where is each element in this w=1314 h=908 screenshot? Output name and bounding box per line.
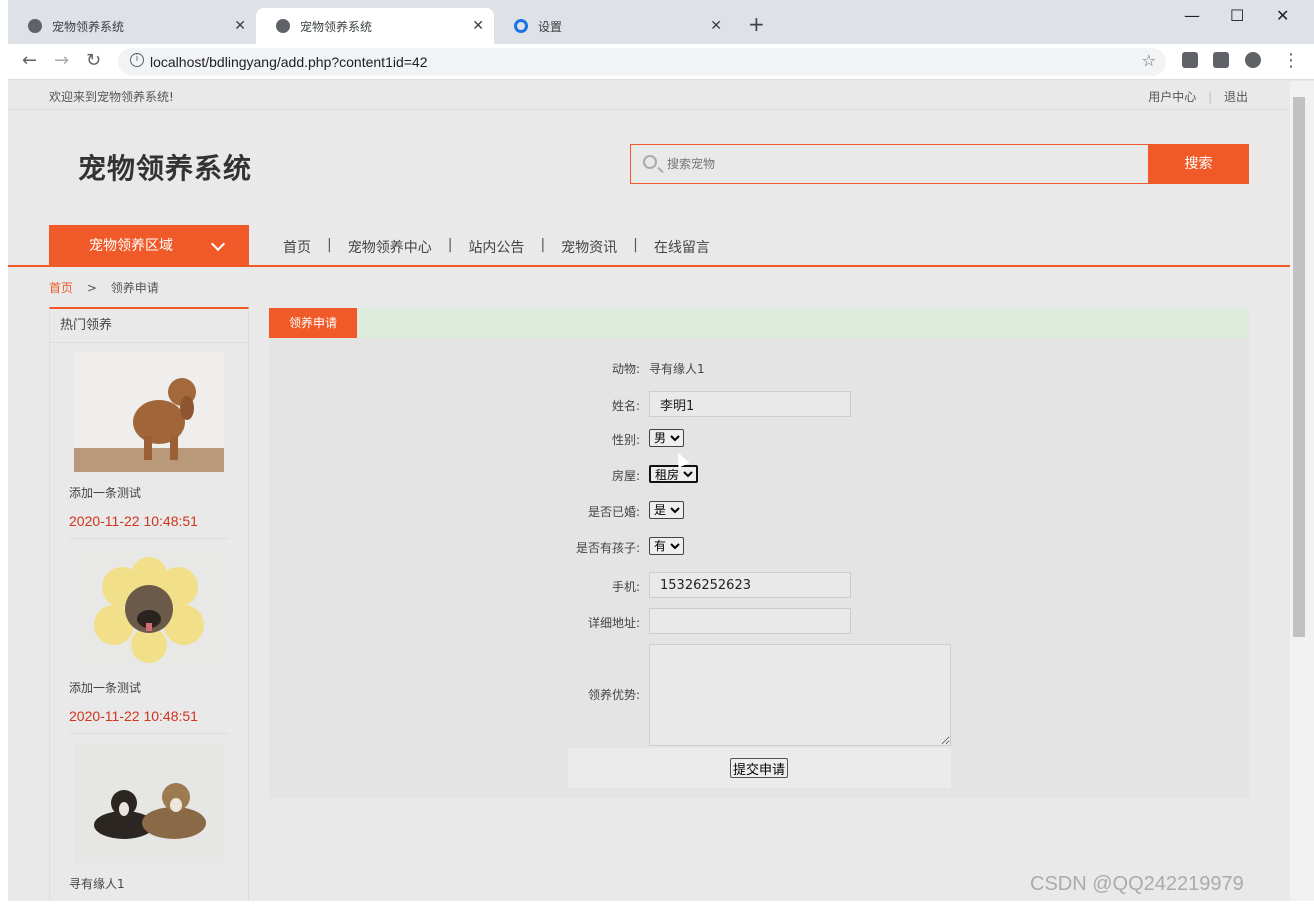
animal-label: 动物: (611, 362, 640, 376)
pet-image[interactable] (74, 547, 224, 667)
browser-toolbar: ← → ↻ i localhost/bdlingyang/add.php?con… (8, 44, 1314, 80)
address-bar[interactable]: i localhost/bdlingyang/add.php?content1i… (118, 48, 1166, 76)
nav-sep: | (633, 237, 638, 253)
phone-field[interactable] (649, 572, 851, 598)
gear-icon (514, 19, 528, 33)
pet-date: 2020-11-22 10:48:51 (69, 513, 229, 539)
house-select[interactable]: 租房 (649, 465, 698, 483)
search-button[interactable]: 搜索 (1148, 144, 1249, 184)
globe-icon (28, 19, 42, 33)
globe-icon (276, 19, 290, 33)
nav-notice[interactable]: 站内公告 (468, 237, 524, 257)
close-icon[interactable]: ✕ (234, 18, 246, 34)
pet-name[interactable]: 添加一条测试 (69, 484, 229, 501)
nav-adoption-center[interactable]: 宠物领养中心 (348, 237, 432, 257)
category-button[interactable]: 宠物领养区域 (49, 225, 249, 267)
welcome-text: 欢迎来到宠物领养系统! (49, 90, 174, 104)
url-text: localhost/bdlingyang/add.php?content1id=… (150, 54, 428, 70)
adoption-form-panel: 领养申请 动物: 寻有缘人1 姓名: 性别: 男 房屋: 租房 是否已婚: 是 (269, 308, 1249, 798)
gender-select[interactable]: 男 (649, 429, 684, 447)
site-logo[interactable]: 宠物领养系统 (78, 147, 252, 187)
tab-label: 宠物领养系统 (52, 19, 125, 34)
tab-label: 设置 (538, 19, 563, 34)
nav-sep: | (447, 237, 453, 253)
tab-3[interactable]: 设置 ✕ (494, 8, 732, 44)
watermark: CSDN @QQ242219979 (1030, 873, 1244, 895)
extension-icon[interactable] (1182, 52, 1198, 68)
gender-label: 性别: (611, 433, 640, 447)
list-item[interactable]: 添加一条测试 2020-11-22 10:48:51 (69, 547, 229, 734)
nav-news[interactable]: 宠物资讯 (561, 237, 617, 257)
scrollbar[interactable] (1290, 81, 1314, 901)
advantage-label: 领养优势: (587, 688, 640, 702)
browser-window: 宠物领养系统 ✕ 宠物领养系统 ✕ 设置 ✕ + — ☐ ✕ ← → ↻ i l… (8, 0, 1314, 901)
info-icon[interactable]: i (130, 53, 144, 67)
married-label: 是否已婚: (587, 505, 640, 519)
sidebar-title: 热门领养 (50, 309, 248, 343)
main-nav: 宠物领养区域 首页 | 宠物领养中心 | 站内公告 | 宠物资讯 | 在线留言 (8, 225, 1290, 267)
children-label: 是否有孩子: (575, 541, 640, 555)
top-links: 用户中心 | 退出 (1140, 88, 1248, 105)
list-item[interactable]: 寻有缘人1 (69, 743, 229, 892)
hot-adoption-sidebar: 热门领养 添加一条测试 2020-11-22 10:48:51 添加一条测试 2… (49, 307, 249, 901)
maximize-button[interactable]: ☐ (1230, 6, 1244, 25)
menu-icon[interactable]: ⋮ (1282, 50, 1300, 71)
scrollbar-thumb[interactable] (1293, 97, 1305, 637)
breadcrumb-home[interactable]: 首页 (49, 281, 73, 295)
advantage-textarea[interactable] (649, 644, 951, 746)
address-field[interactable] (649, 608, 851, 634)
chevron-down-icon (210, 236, 226, 252)
phone-label: 手机: (611, 580, 640, 594)
search-icon (643, 155, 657, 169)
close-icon[interactable]: ✕ (472, 18, 484, 34)
user-center-link[interactable]: 用户中心 (1148, 90, 1196, 104)
breadcrumb-sep: > (86, 281, 97, 295)
tab-strip: 宠物领养系统 ✕ 宠物领养系统 ✕ 设置 ✕ + — ☐ ✕ (8, 0, 1314, 44)
name-label: 姓名: (611, 399, 640, 413)
category-label: 宠物领养区域 (89, 238, 173, 254)
nav-items: 首页 | 宠物领养中心 | 站内公告 | 宠物资讯 | 在线留言 (283, 237, 710, 257)
nav-sep: | (327, 237, 332, 253)
search-box: 搜索 (630, 144, 1249, 184)
nav-sep: | (540, 237, 546, 253)
tab-2[interactable]: 宠物领养系统 ✕ (256, 8, 494, 44)
new-tab-button[interactable]: + (748, 12, 765, 36)
pet-image[interactable] (74, 743, 224, 863)
star-icon[interactable]: ☆ (1142, 51, 1156, 70)
page: 欢迎来到宠物领养系统! 用户中心 | 退出 宠物领养系统 搜索 宠物领养区域 首… (8, 81, 1290, 901)
pet-name[interactable]: 寻有缘人1 (69, 875, 229, 892)
house-label: 房屋: (611, 469, 640, 483)
pet-image[interactable] (74, 352, 224, 472)
breadcrumb-current: 领养申请 (110, 281, 159, 295)
search-input[interactable] (667, 154, 1127, 174)
panel-header: 领养申请 (269, 308, 1249, 338)
profile-icon[interactable] (1245, 52, 1261, 68)
close-window-button[interactable]: ✕ (1276, 6, 1289, 25)
married-select[interactable]: 是 (649, 501, 684, 519)
children-select[interactable]: 有 (649, 537, 684, 555)
close-icon[interactable]: ✕ (710, 18, 722, 34)
top-sep: | (1208, 90, 1213, 104)
submit-area: 提交申请 (568, 748, 951, 788)
list-item[interactable]: 添加一条测试 2020-11-22 10:48:51 (69, 352, 229, 539)
submit-button[interactable]: 提交申请 (730, 758, 789, 778)
logout-link[interactable]: 退出 (1224, 90, 1248, 104)
tab-1[interactable]: 宠物领养系统 ✕ (8, 8, 256, 44)
pet-name[interactable]: 添加一条测试 (69, 679, 229, 696)
animal-value: 寻有缘人1 (649, 362, 705, 376)
puzzle-icon[interactable] (1213, 52, 1229, 68)
nav-message[interactable]: 在线留言 (654, 237, 710, 257)
nav-home[interactable]: 首页 (283, 237, 311, 257)
top-bar: 欢迎来到宠物领养系统! 用户中心 | 退出 (8, 81, 1290, 110)
minimize-button[interactable]: — (1184, 6, 1200, 25)
pet-date: 2020-11-22 10:48:51 (69, 708, 229, 734)
tab-adoption-application[interactable]: 领养申请 (269, 308, 357, 338)
address-label: 详细地址: (587, 616, 640, 630)
back-icon[interactable]: ← (22, 50, 37, 71)
forward-icon[interactable]: → (54, 50, 69, 71)
reload-icon[interactable]: ↻ (86, 50, 101, 71)
breadcrumb: 首页 > 领养申请 (49, 279, 159, 296)
name-field[interactable] (649, 391, 851, 417)
tab-label: 宠物领养系统 (300, 19, 373, 34)
